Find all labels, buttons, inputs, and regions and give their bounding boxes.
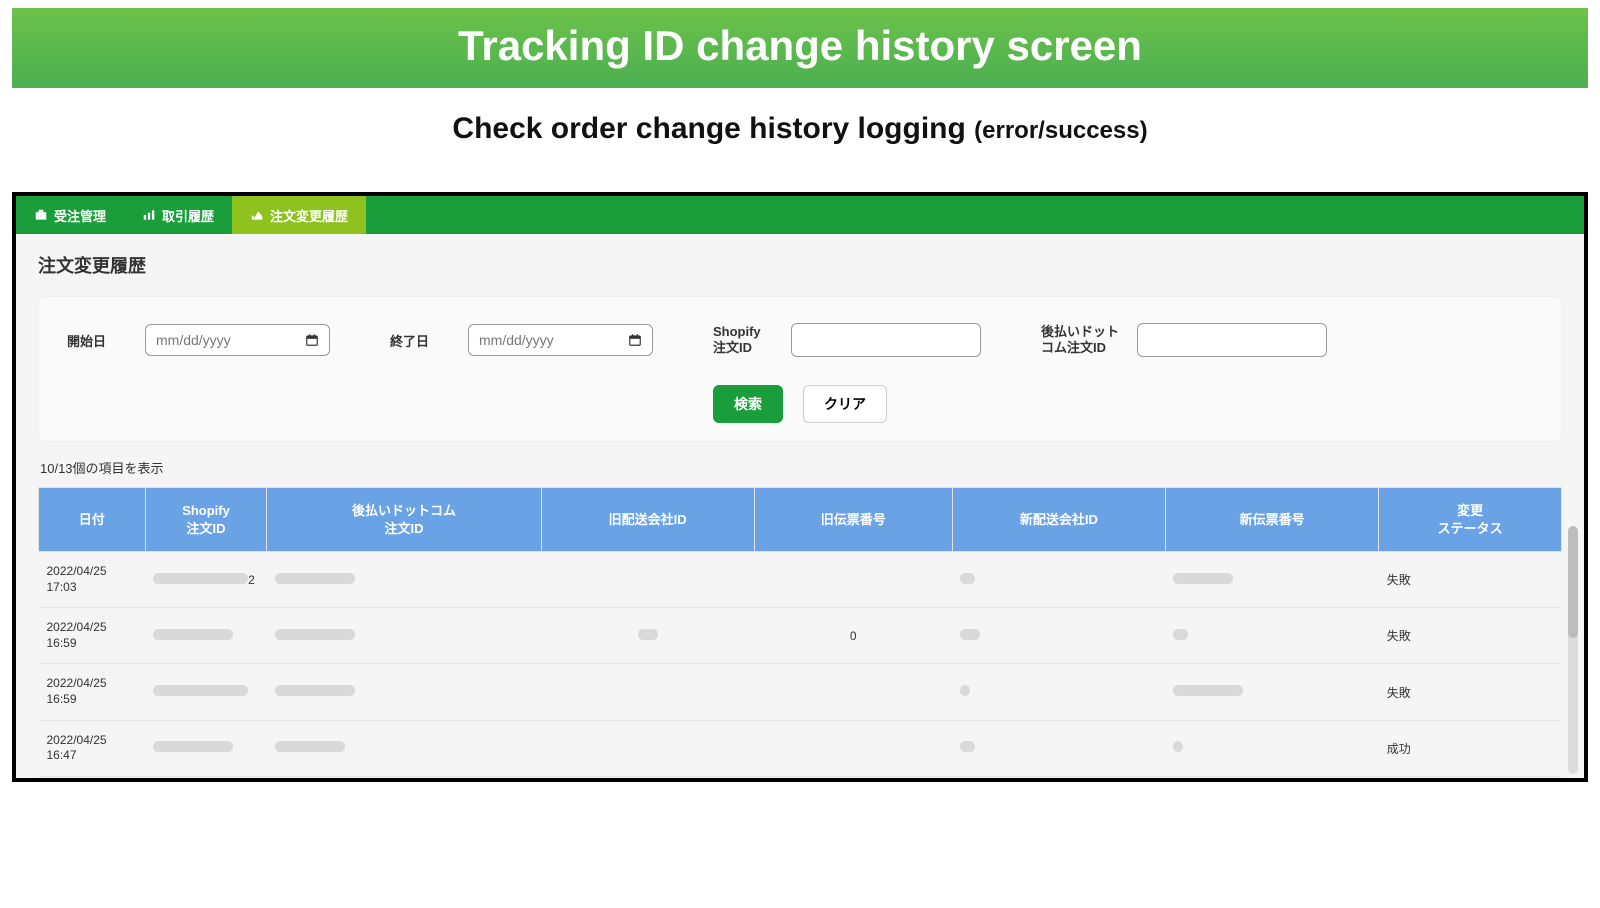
cell-atobarai-id (267, 720, 541, 776)
col-new-slip[interactable]: 新伝票番号 (1165, 488, 1378, 552)
table-row[interactable]: 2022/04/2517:03 2 失敗 (39, 552, 1562, 608)
chart-area-icon (250, 208, 264, 222)
subtitle: Check order change history logging (erro… (0, 88, 1600, 152)
col-date[interactable]: 日付 (39, 488, 146, 552)
chart-bar-icon (142, 208, 156, 222)
subtitle-paren: (error/success) (974, 117, 1147, 144)
end-date-input[interactable]: mm/dd/yyyy (468, 324, 653, 356)
history-table: 日付 Shopify 注文ID 後払いドットコム 注文ID 旧配送会社ID 旧伝… (38, 487, 1562, 777)
redacted-value (275, 741, 345, 752)
briefcase-icon (34, 208, 48, 222)
search-panel: 開始日 mm/dd/yyyy 終了日 mm/dd/yyyy (38, 296, 1562, 442)
search-button[interactable]: 検索 (713, 385, 783, 423)
table-row[interactable]: 2022/04/2516:47 成功 (39, 720, 1562, 776)
cell-old-carrier (541, 552, 754, 608)
cell-date: 2022/04/2516:59 (39, 664, 146, 720)
cell-status: 成功 (1379, 720, 1562, 776)
cell-old-slip: 0 (754, 608, 952, 664)
col-shopify-id[interactable]: Shopify 注文ID (145, 488, 267, 552)
nav-item-orders[interactable]: 受注管理 (16, 196, 124, 234)
redacted-value (960, 741, 975, 752)
col-status[interactable]: 変更 ステータス (1379, 488, 1562, 552)
atobarai-id-label: 後払いドット コム注文ID (1041, 324, 1119, 357)
cell-new-slip (1165, 552, 1378, 608)
cell-shopify-id (145, 608, 267, 664)
redacted-value (1173, 629, 1188, 640)
cell-shopify-id (145, 720, 267, 776)
cell-old-carrier (541, 608, 754, 664)
scrollbar[interactable] (1568, 526, 1578, 774)
nav-label: 取引履歴 (162, 206, 214, 225)
cell-new-slip (1165, 664, 1378, 720)
cell-old-slip (754, 664, 952, 720)
cell-atobarai-id (267, 552, 541, 608)
atobarai-id-input[interactable] (1137, 323, 1327, 357)
nav-label: 受注管理 (54, 206, 106, 225)
redacted-value (1173, 741, 1183, 752)
redacted-value (153, 629, 233, 640)
cell-old-carrier (541, 720, 754, 776)
calendar-icon (305, 333, 319, 347)
nav-item-transactions[interactable]: 取引履歴 (124, 196, 232, 234)
table-row[interactable]: 2022/04/2516:59 失敗 (39, 664, 1562, 720)
end-date-placeholder: mm/dd/yyyy (479, 332, 554, 348)
scrollbar-thumb[interactable] (1568, 526, 1578, 638)
end-date-label: 終了日 (390, 331, 450, 350)
redacted-value (275, 685, 355, 696)
cell-new-carrier (952, 552, 1165, 608)
shopify-id-input[interactable] (791, 323, 981, 357)
calendar-icon (628, 333, 642, 347)
cell-shopify-id (145, 664, 267, 720)
redacted-value (1173, 685, 1243, 696)
redacted-value (275, 629, 355, 640)
redacted-value (153, 573, 248, 584)
cell-old-slip (754, 720, 952, 776)
navbar: 受注管理 取引履歴 注文変更履歴 (16, 196, 1584, 234)
cell-status: 失敗 (1379, 552, 1562, 608)
cell-date: 2022/04/2517:03 (39, 552, 146, 608)
app-window: 受注管理 取引履歴 注文変更履歴 注文変更履歴 開始日 (12, 192, 1588, 782)
cell-new-carrier (952, 664, 1165, 720)
cell-atobarai-id (267, 608, 541, 664)
redacted-value (153, 685, 248, 696)
cell-shopify-id: 2 (145, 552, 267, 608)
redacted-value (960, 573, 975, 584)
col-new-carrier[interactable]: 新配送会社ID (952, 488, 1165, 552)
cell-date: 2022/04/2516:59 (39, 608, 146, 664)
clear-button[interactable]: クリア (803, 385, 887, 423)
nav-label: 注文変更履歴 (270, 206, 348, 225)
cell-date: 2022/04/2516:47 (39, 720, 146, 776)
nav-item-change-history[interactable]: 注文変更履歴 (232, 196, 366, 234)
subtitle-main: Check order change history logging (452, 112, 974, 145)
start-date-label: 開始日 (67, 331, 127, 350)
history-table-wrap: 日付 Shopify 注文ID 後払いドットコム 注文ID 旧配送会社ID 旧伝… (38, 487, 1562, 777)
cell-status: 失敗 (1379, 608, 1562, 664)
redacted-value (275, 573, 355, 584)
col-old-carrier[interactable]: 旧配送会社ID (541, 488, 754, 552)
cell-new-slip (1165, 720, 1378, 776)
cell-new-carrier (952, 608, 1165, 664)
cell-old-carrier (541, 664, 754, 720)
shopify-id-label: Shopify 注文ID (713, 324, 773, 357)
banner-title: Tracking ID change history screen (458, 22, 1142, 69)
redacted-value (1173, 573, 1233, 584)
start-date-placeholder: mm/dd/yyyy (156, 332, 231, 348)
cell-new-slip (1165, 608, 1378, 664)
col-atobarai-id[interactable]: 後払いドットコム 注文ID (267, 488, 541, 552)
cell-old-slip (754, 552, 952, 608)
redacted-value (960, 629, 980, 640)
table-row[interactable]: 2022/04/2516:59 0 失敗 (39, 608, 1562, 664)
redacted-value (153, 741, 233, 752)
cell-new-carrier (952, 720, 1165, 776)
cell-status: 失敗 (1379, 664, 1562, 720)
cell-atobarai-id (267, 664, 541, 720)
start-date-input[interactable]: mm/dd/yyyy (145, 324, 330, 356)
col-old-slip[interactable]: 旧伝票番号 (754, 488, 952, 552)
page-title: 注文変更履歴 (38, 252, 1562, 278)
redacted-value (960, 685, 970, 696)
banner: Tracking ID change history screen (12, 8, 1588, 88)
item-count-text: 10/13個の項目を表示 (40, 458, 1560, 477)
redacted-value (638, 629, 658, 640)
